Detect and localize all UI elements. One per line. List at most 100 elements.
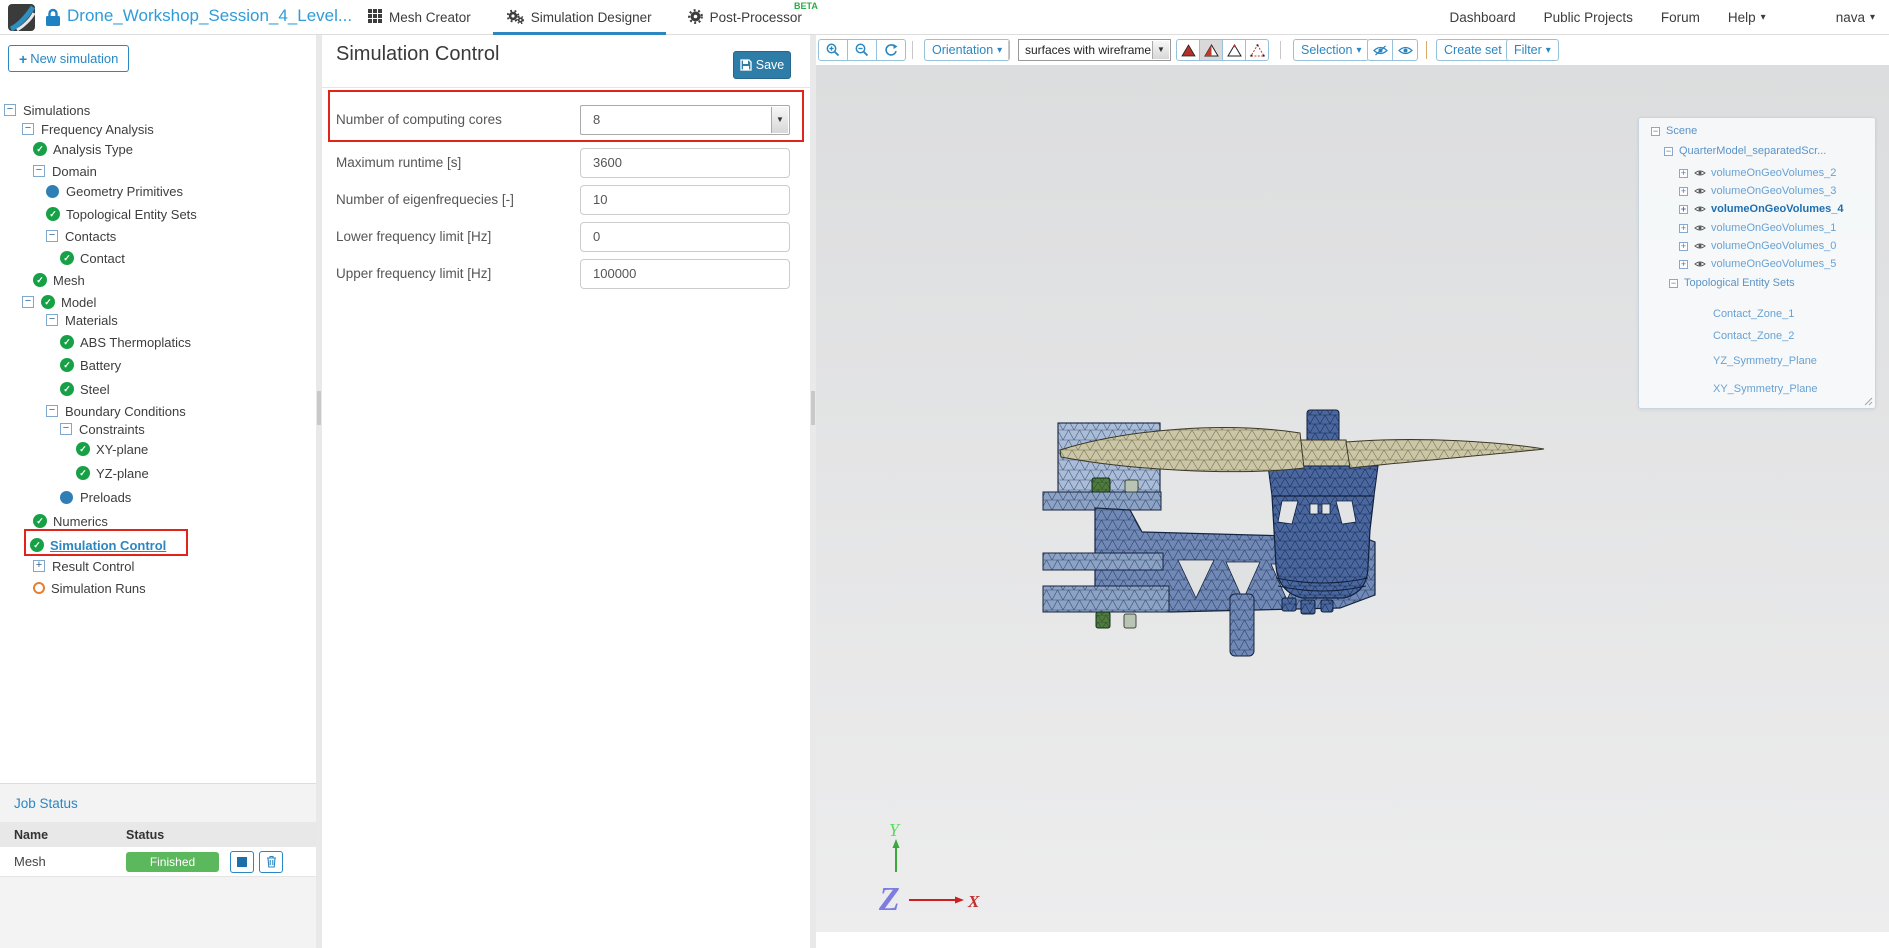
tree-item-preloads[interactable]: Preloads xyxy=(60,487,131,507)
nav-forum[interactable]: Forum xyxy=(1661,10,1700,25)
trash-icon xyxy=(266,855,276,868)
tree-item-geometry-primitives[interactable]: Geometry Primitives xyxy=(46,181,183,201)
tree-item-contacts[interactable]: − Contacts xyxy=(46,226,116,246)
tree-item-materials[interactable]: − Materials xyxy=(46,310,118,330)
project-title[interactable]: Drone_Workshop_Session_4_Level... xyxy=(67,6,352,26)
scene-entity-set[interactable]: Contact_Zone_2 xyxy=(1713,329,1794,343)
collapse-icon[interactable]: − xyxy=(22,123,34,135)
max-runtime-input[interactable]: 3600 xyxy=(580,148,790,178)
scene-entity-sets-node[interactable]: − Topological Entity Sets xyxy=(1669,276,1795,290)
scene-entity-set[interactable]: XY_Symmetry_Plane xyxy=(1713,382,1818,396)
scene-entity-set[interactable]: YZ_Symmetry_Plane xyxy=(1713,354,1817,368)
check-icon: ✓ xyxy=(33,514,47,528)
divider-grip[interactable] xyxy=(317,391,321,425)
eye-icon[interactable] xyxy=(1694,242,1706,250)
scene-root[interactable]: − Scene xyxy=(1651,124,1697,138)
render-mode-select[interactable]: surfaces with wireframe ▼ xyxy=(1018,39,1171,61)
nav-help[interactable]: Help ▾ xyxy=(1728,10,1766,25)
tree-item-result-control[interactable]: + Result Control xyxy=(33,556,134,576)
collapse-icon[interactable]: − xyxy=(1651,126,1660,136)
expand-icon[interactable]: + xyxy=(1679,259,1688,269)
zoom-in-button[interactable] xyxy=(818,39,848,61)
selection-button[interactable]: Selection ▾ xyxy=(1293,39,1370,61)
select-arrow-icon[interactable]: ▼ xyxy=(1152,41,1169,59)
eigenfrequencies-input[interactable]: 10 xyxy=(580,185,790,215)
create-set-button[interactable]: Create set xyxy=(1436,39,1510,61)
eye-icon[interactable] xyxy=(1694,169,1706,177)
collapse-icon[interactable]: − xyxy=(1664,146,1673,156)
scene-volume-node[interactable]: + volumeOnGeoVolumes_5 xyxy=(1679,257,1836,271)
delete-job-button[interactable] xyxy=(259,850,283,873)
tree-item-yz-plane[interactable]: ✓ YZ-plane xyxy=(76,463,149,483)
scene-volume-node[interactable]: + volumeOnGeoVolumes_2 xyxy=(1679,166,1836,180)
upper-frequency-input[interactable]: 100000 xyxy=(580,259,790,289)
collapse-icon[interactable]: − xyxy=(33,165,45,177)
eye-icon[interactable] xyxy=(1694,224,1706,232)
expand-icon[interactable]: + xyxy=(33,560,45,572)
surface-triangle-button[interactable] xyxy=(1199,39,1223,61)
tree-item-simulations[interactable]: − Simulations xyxy=(4,100,90,120)
divider-grip[interactable] xyxy=(811,391,815,425)
tab-simulation-designer[interactable]: Simulation Designer xyxy=(492,0,666,35)
tree-item-topological-entity-sets[interactable]: ✓ Topological Entity Sets xyxy=(46,204,197,224)
collapse-icon[interactable]: − xyxy=(1669,278,1678,288)
solid-triangle-button[interactable] xyxy=(1176,39,1200,61)
tab-post-processor[interactable]: Post-Processor BETA xyxy=(687,0,818,35)
tree-item-frequency-analysis[interactable]: − Frequency Analysis xyxy=(22,119,154,139)
cores-select[interactable]: 8 ▼ xyxy=(580,105,790,135)
tree-item-domain[interactable]: − Domain xyxy=(33,161,97,181)
expand-icon[interactable]: + xyxy=(1679,204,1688,214)
scene-volume-node[interactable]: + volumeOnGeoVolumes_3 xyxy=(1679,184,1836,198)
tree-item-battery[interactable]: ✓ Battery xyxy=(60,355,121,375)
wireframe-triangle-button[interactable] xyxy=(1222,39,1246,61)
refresh-view-button[interactable] xyxy=(876,39,906,61)
show-button[interactable] xyxy=(1392,39,1418,61)
scene-volume-node[interactable]: + volumeOnGeoVolumes_0 xyxy=(1679,239,1836,253)
collapse-icon[interactable]: − xyxy=(4,104,16,116)
tree-item-model[interactable]: − ✓ Model xyxy=(22,292,96,312)
collapse-icon[interactable]: − xyxy=(46,405,58,417)
tree-item-steel[interactable]: ✓ Steel xyxy=(60,379,110,399)
save-button[interactable]: Save xyxy=(733,51,791,79)
expand-icon[interactable]: + xyxy=(1679,168,1688,178)
stop-job-button[interactable] xyxy=(230,850,254,873)
tree-item-constraints[interactable]: − Constraints xyxy=(60,419,145,439)
collapse-icon[interactable]: − xyxy=(22,296,34,308)
scene-model-node[interactable]: − QuarterModel_separatedScr... xyxy=(1664,144,1826,158)
filter-button[interactable]: Filter ▾ xyxy=(1506,39,1559,61)
collapse-icon[interactable]: − xyxy=(46,230,58,242)
tree-item-analysis-type[interactable]: ✓ Analysis Type xyxy=(33,139,133,159)
tree-item-abs-thermoplatics[interactable]: ✓ ABS Thermoplatics xyxy=(60,332,191,352)
tree-item-numerics[interactable]: ✓ Numerics xyxy=(33,511,108,531)
nav-dashboard[interactable]: Dashboard xyxy=(1450,10,1516,25)
expand-icon[interactable]: + xyxy=(1679,241,1688,251)
expand-icon[interactable]: + xyxy=(1679,186,1688,196)
new-simulation-button[interactable]: + New simulation xyxy=(8,45,130,72)
points-triangle-button[interactable] xyxy=(1245,39,1269,61)
scene-entity-set[interactable]: Contact_Zone_1 xyxy=(1713,307,1794,321)
drone-model[interactable] xyxy=(1030,370,1590,690)
tree-item-mesh[interactable]: ✓ Mesh xyxy=(33,270,85,290)
tab-mesh-creator[interactable]: Mesh Creator xyxy=(368,0,471,35)
user-menu[interactable]: nava ▾ xyxy=(1836,10,1875,25)
tree-item-contact[interactable]: ✓ Contact xyxy=(60,248,125,268)
collapse-icon[interactable]: − xyxy=(60,423,72,435)
expand-icon[interactable]: + xyxy=(1679,223,1688,233)
select-arrow-icon[interactable]: ▼ xyxy=(771,107,788,133)
collapse-icon[interactable]: − xyxy=(46,314,58,326)
eye-icon[interactable] xyxy=(1694,205,1706,213)
eye-icon[interactable] xyxy=(1694,187,1706,195)
hide-button[interactable] xyxy=(1367,39,1393,61)
tree-item-simulation-control[interactable]: ✓ Simulation Control xyxy=(30,535,166,555)
tree-item-simulation-runs[interactable]: Simulation Runs xyxy=(33,578,146,598)
tree-item-boundary-conditions[interactable]: − Boundary Conditions xyxy=(46,401,186,421)
scene-volume-node-selected[interactable]: + volumeOnGeoVolumes_4 xyxy=(1679,202,1843,216)
scene-volume-node[interactable]: + volumeOnGeoVolumes_1 xyxy=(1679,221,1836,235)
zoom-out-button[interactable] xyxy=(847,39,877,61)
lower-frequency-input[interactable]: 0 xyxy=(580,222,790,252)
resize-handle-icon[interactable] xyxy=(1864,397,1873,406)
tree-item-xy-plane[interactable]: ✓ XY-plane xyxy=(76,439,148,459)
eye-icon[interactable] xyxy=(1694,260,1706,268)
nav-public-projects[interactable]: Public Projects xyxy=(1544,10,1633,25)
orientation-button[interactable]: Orientation ▾ xyxy=(924,39,1011,61)
